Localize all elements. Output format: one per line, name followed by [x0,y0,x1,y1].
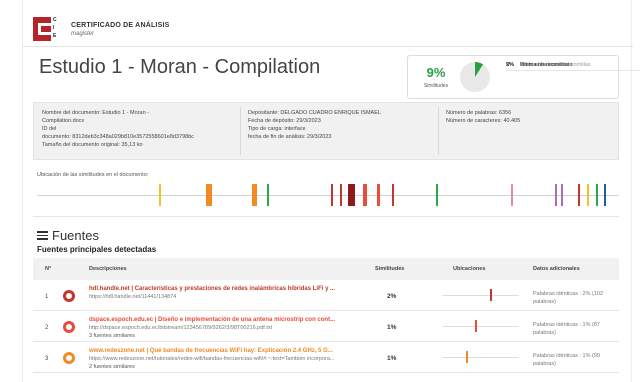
legend-pct-language: 2% [506,62,514,68]
similarity-donut-chart [460,62,490,92]
header-divider [23,46,633,47]
source-similar-count[interactable]: 3 fuentes similares [89,332,369,340]
source-title[interactable]: hdl.handle.net | Características y prest… [89,285,369,293]
location-mark[interactable] [604,184,606,206]
source-location-bar [443,351,519,363]
meta-upload-type: Tipo de carga: interface [248,126,306,132]
location-mark[interactable] [436,184,438,206]
table-row[interactable]: 3 www.redeszone.net | Qué bandas de frecu… [33,343,619,373]
source-title[interactable]: www.redeszone.net | Qué bandas de frecue… [89,347,369,355]
meta-doc-id: documento: 8312deb3c348a029b810e35725586… [42,134,195,140]
source-number: 2 [45,325,49,331]
col-header-additional-data: Datos adicionales [533,266,580,272]
source-percent: 1% [387,355,397,362]
location-mark[interactable] [578,184,580,206]
source-icon [63,352,75,364]
source-description[interactable]: www.redeszone.net | Qué bandas de frecue… [89,347,369,371]
source-url[interactable]: https://hdl.handle.net/11441/134874 [89,293,369,301]
meta-depositor: Depositante: DELGADO CUADRO ENRIQUE ISMA… [248,110,381,116]
source-description[interactable]: hdl.handle.net | Características y prest… [89,285,369,301]
legend-label-language: Idioma no reconocido [520,62,573,68]
meta-doc-name-2: Compilation.docx [42,118,85,124]
source-additional-data: Palabras idénticas : 1% (87 palabras) [533,322,600,336]
col-header-similarities: Similitudes [375,266,405,272]
location-mark[interactable] [267,184,269,206]
location-mark[interactable] [331,184,333,206]
source-icon [63,290,75,302]
location-mark[interactable] [587,184,589,206]
table-row[interactable]: 1 hdl.handle.net | Características y pres… [33,281,619,311]
sources-subtitle: Fuentes principales detectadas [37,245,157,254]
meta-doc-id-label: ID del [42,126,57,132]
similarity-label: Similitudes [423,83,449,89]
metadata-column-document: Nombre del documento: Estudio 1 - Moran … [42,109,242,149]
metadata-column-counts: Número de palabras: 6356 Número de carac… [446,109,616,125]
source-number: 1 [45,294,49,300]
report-page: C I E CERTIFICADO DE ANÁLISIS magister E… [22,0,640,382]
logo-letter-c: C [53,17,57,23]
meta-deposit-date: Fecha de depósito: 29/3/2023 [248,118,321,124]
location-mark[interactable] [392,184,394,206]
document-metadata-panel: Nombre del documento: Estudio 1 - Moran … [33,102,619,160]
logo-letter-e: E [53,33,57,39]
source-location-mark [475,320,477,332]
source-similar-count[interactable]: 2 fuentes similares [89,363,369,371]
meta-doc-size: Tamaño del documento original: 35,13 ko [42,142,143,148]
location-mark[interactable] [348,184,355,206]
page-title: Estudio 1 - Moran - Compilation [39,56,321,78]
metadata-column-deposit: Depositante: DELGADO CUADRO ENRIQUE ISMA… [248,109,448,141]
meta-doc-name-1: Nombre del documento: Estudio 1 - Moran … [42,110,149,116]
header-subtitle: magister [71,30,95,37]
location-mark[interactable] [159,184,161,206]
source-number: 3 [45,356,49,362]
location-mark[interactable] [252,184,257,206]
sources-title: Fuentes [52,228,99,243]
source-percent: 1% [387,324,397,331]
source-title[interactable]: dspace.espoch.edu.ec | Diseño e implemen… [89,316,369,324]
source-location-bar [443,320,519,332]
sources-table-header: N° Descripciones Similitudes Ubicaciones… [33,258,619,280]
source-location-mark [466,351,468,363]
source-additional-data: Palabras idénticas : 2% (102 palabras) [533,291,604,305]
meta-char-count: Número de caracteres: 40.405 [446,118,521,124]
header-title: CERTIFICADO DE ANÁLISIS [71,21,170,29]
location-mark[interactable] [340,184,342,206]
location-mark[interactable] [377,184,380,206]
similarity-percent: 9% [426,65,446,80]
source-location-bar [443,289,519,301]
col-header-locations: Ubicaciones [453,266,486,272]
source-icon [63,321,75,333]
location-mark[interactable] [363,184,367,206]
meta-word-count: Número de palabras: 6356 [446,110,512,116]
report-header: C I E CERTIFICADO DE ANÁLISIS magister [33,16,169,42]
location-mark[interactable] [511,184,513,206]
location-mark[interactable] [555,184,557,206]
source-location-mark [490,289,492,301]
source-percent: 2% [387,293,397,300]
meta-analysis-end-date: fecha de fin de análisis: 29/3/2023 [248,134,332,140]
source-url[interactable]: https://www.redeszone.net/tutoriales/red… [89,355,369,363]
similarity-summary: 9% Similitudes 5% Texto entre comillas 0… [407,55,640,99]
location-mark[interactable] [596,184,598,206]
logo-letter-i: I [53,25,55,31]
table-row[interactable]: 2 dspace.espoch.edu.ec | Diseño e impleme… [33,312,619,342]
source-additional-data: Palabras idénticas : 1% (99 palabras) [533,353,600,367]
col-header-descriptions: Descripciones [89,266,127,272]
similarity-location-bar[interactable] [37,184,619,206]
col-header-number: N° [45,266,52,272]
source-url[interactable]: http://dspace.espoch.edu.ec/bitstream/12… [89,324,369,332]
location-mark[interactable] [206,184,212,206]
location-mark[interactable] [561,184,563,206]
source-description[interactable]: dspace.espoch.edu.ec | Diseño e implemen… [89,316,369,340]
logo: C I E [33,17,57,41]
location-label: Ubicación de las similitudes en el docum… [37,172,149,178]
list-icon [37,231,48,240]
sources-heading: Fuentes [37,228,99,243]
